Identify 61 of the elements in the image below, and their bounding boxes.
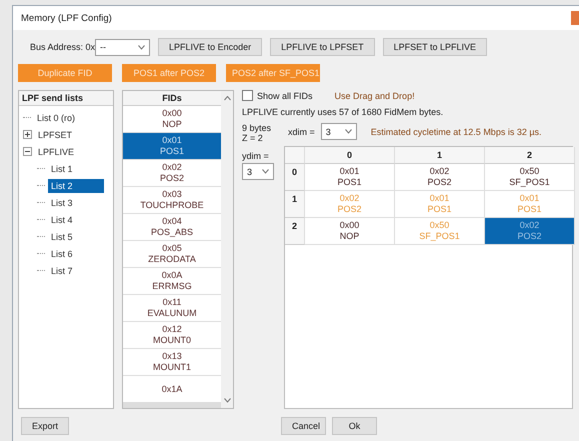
row-header: 1 (285, 191, 305, 218)
bus-address-dropdown[interactable]: -- (95, 38, 150, 56)
fid-item[interactable]: 0x00 NOP (123, 106, 221, 132)
footer-button[interactable]: Cancel (281, 417, 326, 435)
tree-item[interactable]: List 2 (48, 178, 104, 192)
z-text: Z = 2 (242, 133, 264, 143)
fid-item[interactable]: 0x13 MOUNT1 (123, 349, 221, 375)
tree-item[interactable]: List 6 (48, 246, 76, 260)
action-button[interactable]: LPFLIVE to LPFSET (270, 38, 375, 56)
grid-cell[interactable]: 0x00 NOP (305, 218, 395, 245)
column-header: 0 (305, 147, 395, 164)
column-header: 1 (395, 147, 485, 164)
tree-item[interactable]: LPFLIVE (35, 144, 78, 158)
footer-button[interactable]: Ok (332, 417, 378, 435)
fid-item[interactable]: 0x0A ERRMSG (123, 268, 221, 294)
row-header: 0 (285, 164, 305, 191)
xdim-dropdown[interactable]: 3 (320, 123, 357, 140)
xdim-label: xdim = (288, 126, 315, 136)
plus-icon[interactable] (23, 130, 32, 139)
tree-item[interactable]: List 7 (48, 264, 76, 278)
row-header: 2 (285, 218, 305, 245)
bus-address-label: Bus Address: 0x (30, 42, 96, 52)
tree-item[interactable]: List 1 (48, 162, 76, 176)
tree-item[interactable]: List 3 (48, 196, 76, 210)
chevron-down-icon (262, 169, 269, 174)
scrollbar[interactable] (221, 91, 233, 408)
fid-item[interactable]: 0x1A (123, 376, 221, 402)
grid-cell[interactable]: 0x50 SF_POS1 (485, 164, 575, 191)
fid-item[interactable]: 0x03 TOUCHPROBE (123, 187, 221, 213)
show-all-checkbox[interactable] (242, 90, 253, 101)
chevron-down-icon[interactable] (224, 398, 230, 403)
tree-item[interactable]: LPFSET (35, 128, 76, 142)
chevron-down-icon (344, 129, 352, 134)
fid-item[interactable]: 0x12 MOUNT0 (123, 322, 221, 348)
checkbox-label: Show all FIDs (257, 90, 313, 100)
chevron-down-icon (138, 44, 146, 50)
hint-text: Use Drag and Drop! (334, 90, 415, 100)
action-button[interactable]: LPFLIVE to Encoder (158, 38, 262, 56)
fid-item[interactable]: 0x04 POS_ABS (123, 214, 221, 240)
window-title: Memory (LPF Config) (21, 12, 112, 24)
export-button[interactable]: Export (21, 417, 70, 435)
tree-item[interactable]: List 5 (48, 230, 76, 244)
action-button[interactable]: LPFSET to LPFLIVE (382, 38, 488, 56)
minus-icon[interactable] (23, 147, 32, 156)
fid-item[interactable]: 0x05 ZERODATA (123, 241, 221, 267)
chevron-up-icon[interactable] (224, 96, 230, 101)
cycletime-text: Estimated cycletime at 12.5 Mbps is 32 µs. (370, 126, 542, 136)
tree-item[interactable]: List 4 (48, 212, 76, 226)
ydim-label: ydim = (242, 151, 270, 161)
size-text: 9 bytes (242, 123, 272, 133)
column-header: LPF send lists (19, 91, 113, 106)
column-header: FIDs (123, 91, 221, 106)
grid-cell[interactable]: 0x02 POS2 (395, 164, 485, 191)
fid-item[interactable]: 0x02 POS2 (123, 160, 221, 186)
fid-item[interactable]: 0x11 EVALUNUM (123, 295, 221, 321)
fid-item[interactable]: 0x01 POS1 (123, 133, 221, 159)
ydim-dropdown[interactable]: 3 (242, 163, 274, 180)
usage-text: LPFLIVE currently uses 57 of 1680 FidMem bytes. (242, 107, 444, 117)
tree-item[interactable]: List 0 (ro) (34, 110, 78, 124)
grid-cell[interactable]: 0x01 POS1 (305, 164, 395, 191)
column-header: 2 (485, 147, 575, 164)
